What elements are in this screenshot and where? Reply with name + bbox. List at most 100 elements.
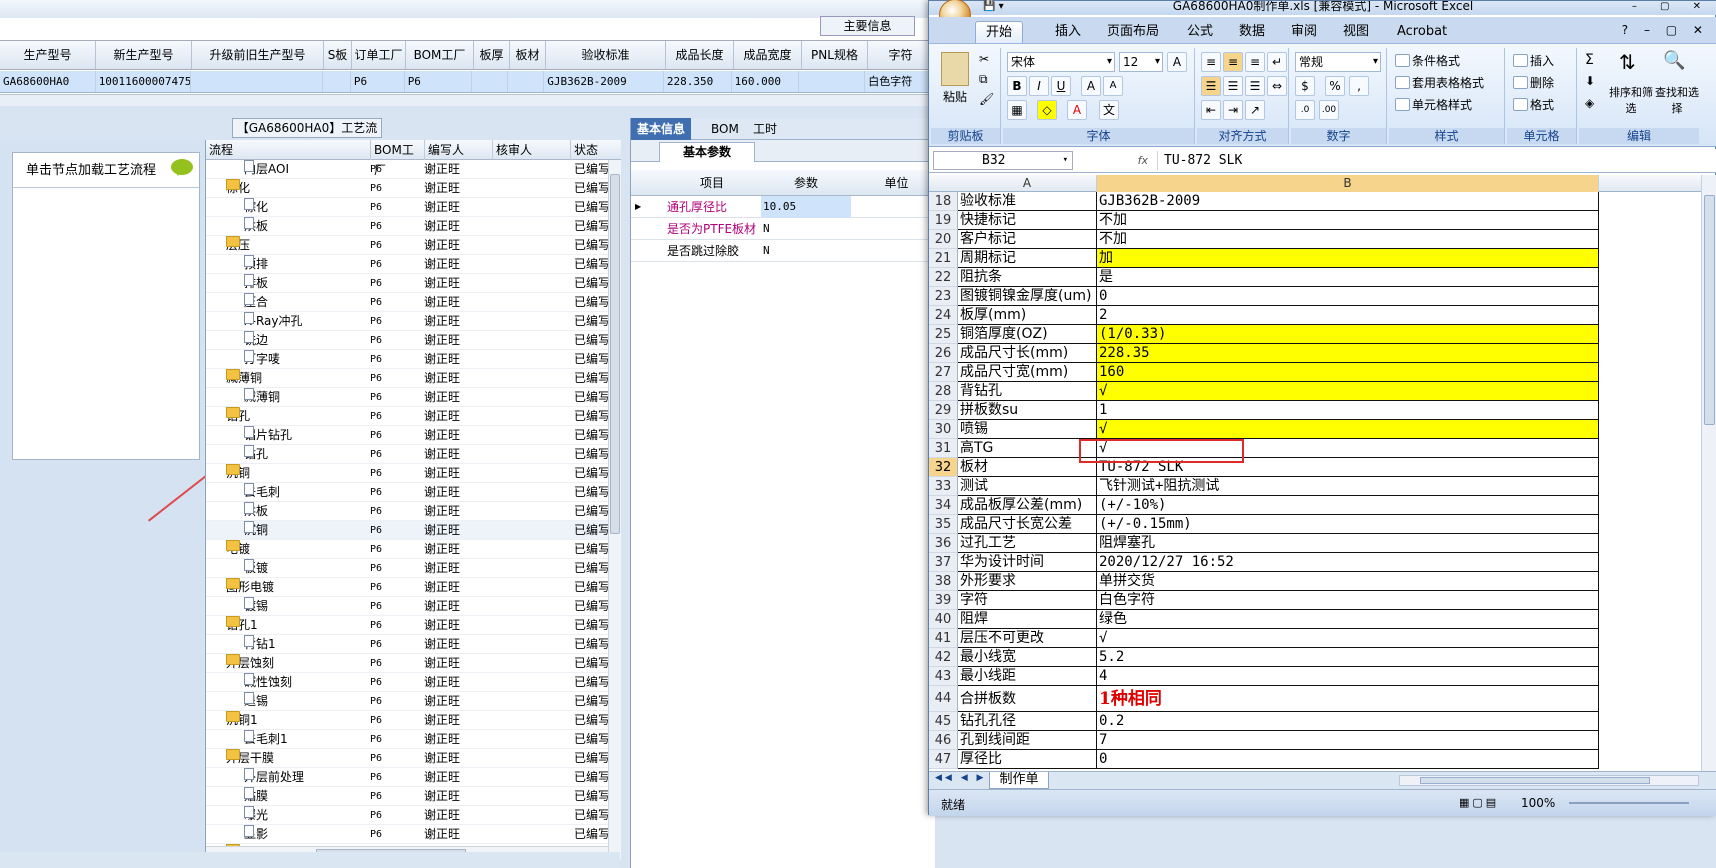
paste-icon[interactable] — [941, 52, 969, 86]
cell-b[interactable]: 0.2 — [1097, 712, 1599, 731]
col-writer[interactable]: 编写人 — [424, 140, 492, 160]
tree-row[interactable]: −钻孔1 P6 谢正旺 已编写 — [206, 616, 608, 635]
align-center-icon[interactable]: ☰ — [1223, 76, 1243, 96]
find-select-button[interactable]: 查找和选择 — [1655, 84, 1699, 116]
tree-row[interactable]: 贴膜 P6 谢正旺 已编写 — [206, 787, 608, 806]
number-format-combo[interactable]: 常规 — [1295, 52, 1381, 72]
cell-b[interactable]: 228.35 — [1097, 344, 1599, 363]
tree-row[interactable]: 背钻1 P6 谢正旺 已编写 — [206, 635, 608, 654]
tree-node[interactable]: −棕化 — [226, 179, 250, 198]
cell-b[interactable]: 0 — [1097, 750, 1599, 769]
row-number[interactable]: 21 — [929, 249, 958, 268]
parameter-value[interactable]: N — [761, 240, 851, 262]
cell-a[interactable]: 最小线宽 — [958, 648, 1097, 667]
order-col-header[interactable]: 升级前旧生产型号 — [192, 41, 324, 69]
tree-row[interactable]: 铝片钻孔 P6 谢正旺 已编写 — [206, 426, 608, 445]
parameter-row[interactable]: ▶ 通孔厚径比 10.05 — [631, 196, 936, 218]
tree-node[interactable]: −钻孔 — [226, 407, 250, 426]
cell-a[interactable]: 验收标准 — [958, 192, 1097, 211]
col-reviewer[interactable]: 核审人 — [492, 140, 570, 160]
tree-row[interactable]: 去毛刺1 P6 谢正旺 已编写 — [206, 730, 608, 749]
worksheet[interactable]: 18 验收标准 GJB362B-2009 19 快捷标记 不加 20 客户标记 不加 21 周期标记… — [929, 192, 1716, 770]
tree-node[interactable]: 背钻1 — [244, 635, 276, 654]
increase-decimal-icon[interactable]: .0 — [1295, 100, 1315, 120]
tab-view[interactable]: 视图 — [1333, 21, 1379, 43]
row-number[interactable]: 43 — [929, 667, 958, 686]
cell-b[interactable]: 7 — [1097, 731, 1599, 750]
tree-vscroll-thumb[interactable] — [610, 174, 620, 534]
cell-b[interactable]: (1/0.33) — [1097, 325, 1599, 344]
decrease-font-icon[interactable]: A — [1103, 76, 1123, 96]
cell-a[interactable]: 最小线距 — [958, 667, 1097, 686]
increase-indent-icon[interactable]: ⇥ — [1223, 100, 1243, 120]
tree-row[interactable]: 预排 P6 谢正旺 已编写 — [206, 255, 608, 274]
cell-a[interactable]: 图镀铜镍金厚度(um) — [958, 287, 1097, 306]
parameter-row[interactable]: 是否为PTFE板材 N — [631, 218, 936, 240]
order-grid-row[interactable]: GA68600HA0 10011600007475 P6 P6 GJB362B-2009… — [0, 71, 936, 93]
cell-b[interactable]: 不加 — [1097, 230, 1599, 249]
order-col-header[interactable]: BOM工厂 — [406, 41, 474, 69]
bold-icon[interactable]: B — [1007, 76, 1027, 96]
delete-cells-button[interactable]: 删除 — [1513, 74, 1554, 91]
align-top-icon[interactable]: ≡ — [1201, 52, 1221, 72]
cell-b[interactable]: 1 — [1097, 401, 1599, 420]
cell-b[interactable]: √ — [1097, 382, 1599, 401]
column-header-a[interactable]: A — [958, 175, 1097, 192]
tree-row[interactable]: 压合 P6 谢正旺 已编写 — [206, 293, 608, 312]
order-col-header[interactable]: 新生产型号 — [96, 41, 192, 69]
cell-a[interactable]: 阻抗条 — [958, 268, 1097, 287]
tree-row[interactable]: 镀锡 P6 谢正旺 已编写 — [206, 597, 608, 616]
order-col-header[interactable]: 字符 — [868, 41, 934, 69]
tree-node[interactable]: −沉铜 — [226, 464, 250, 483]
tree-row[interactable]: 打字唛 P6 谢正旺 已编写 — [206, 350, 608, 369]
row-number[interactable]: 38 — [929, 572, 958, 591]
cell-a[interactable]: 外形要求 — [958, 572, 1097, 591]
order-col-header[interactable]: S板 — [324, 41, 352, 69]
tree-row[interactable]: 曝光 P6 谢正旺 已编写 — [206, 806, 608, 825]
process-tree-grid[interactable]: 流程 BOM工厂 编写人 核审人 状态 内层AOIP6谢正旺已编写−棕化P6谢正… — [205, 140, 621, 868]
tree-node[interactable]: 排板 — [244, 274, 268, 293]
tree-row[interactable]: 外层前处理 P6 谢正旺 已编写 — [206, 768, 608, 787]
tree-row[interactable]: 去毛刺 P6 谢正旺 已编写 — [206, 483, 608, 502]
order-col-header[interactable]: 板厚 — [474, 41, 510, 69]
main-info-tab[interactable]: 主要信息 — [820, 16, 915, 36]
underline-icon[interactable]: U — [1051, 76, 1071, 96]
tree-node[interactable]: X-Ray冲孔 — [244, 312, 302, 331]
align-left-icon[interactable]: ☰ — [1201, 76, 1221, 96]
cell-b[interactable]: 单拼交货 — [1097, 572, 1599, 591]
tree-node[interactable]: 外层前处理 — [244, 768, 304, 787]
order-col-header[interactable]: 生产型号 — [0, 41, 96, 69]
row-number[interactable]: 30 — [929, 420, 958, 439]
tree-row[interactable]: −电镀 P6 谢正旺 已编写 — [206, 540, 608, 559]
cell-b[interactable]: 飞针测试+阻抗测试 — [1097, 477, 1599, 496]
cell-a[interactable]: 字符 — [958, 591, 1097, 610]
tree-row[interactable]: 显影 P6 谢正旺 已编写 — [206, 825, 608, 844]
row-number[interactable]: 25 — [929, 325, 958, 344]
font-color-icon[interactable]: A — [1067, 100, 1087, 120]
italic-icon[interactable]: I — [1029, 76, 1049, 96]
cell-a[interactable]: 阻焊 — [958, 610, 1097, 629]
tree-row[interactable]: 排板 P6 谢正旺 已编写 — [206, 274, 608, 293]
cell-a[interactable]: 铜箔厚度(OZ) — [958, 325, 1097, 344]
row-number[interactable]: 26 — [929, 344, 958, 363]
order-col-header[interactable]: 板材 — [510, 41, 546, 69]
sheet-hscroll-thumb[interactable] — [1420, 777, 1650, 784]
format-as-table-button[interactable]: 套用表格格式 — [1395, 74, 1484, 91]
tree-node[interactable]: 铝片钻孔 — [244, 426, 292, 445]
tree-row[interactable]: 减薄铜 P6 谢正旺 已编写 — [206, 388, 608, 407]
quick-access-toolbar[interactable]: 💾 ▾ — [983, 1, 1043, 13]
col-flow[interactable]: 流程 — [206, 140, 370, 160]
tree-row[interactable]: −外层蚀刻 P6 谢正旺 已编写 — [206, 654, 608, 673]
tree-row[interactable]: −沉铜1 P6 谢正旺 已编写 — [206, 711, 608, 730]
tree-node[interactable]: 去毛刺 — [244, 483, 280, 502]
cell-a[interactable]: 周期标记 — [958, 249, 1097, 268]
cell-a[interactable]: 成品尺寸长(mm) — [958, 344, 1097, 363]
tab-insert[interactable]: 插入 — [1045, 21, 1091, 43]
window-controls[interactable]: – ▢ ✕ — [1632, 1, 1711, 12]
sheet-hscroll[interactable] — [1399, 775, 1699, 786]
tree-node[interactable]: −外层蚀刻 — [226, 654, 274, 673]
order-col-header[interactable]: 成品宽度 — [734, 41, 802, 69]
row-number[interactable]: 31 — [929, 439, 958, 458]
row-number[interactable]: 45 — [929, 712, 958, 731]
row-number[interactable]: 35 — [929, 515, 958, 534]
